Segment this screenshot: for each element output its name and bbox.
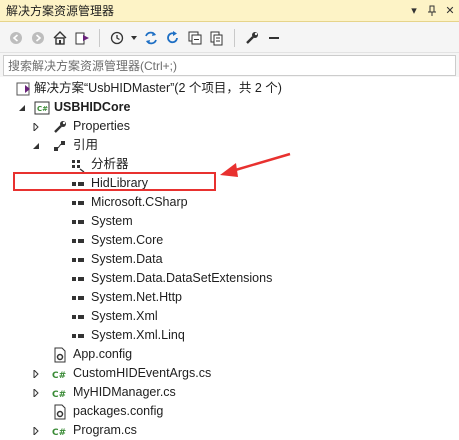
tree-item-reference[interactable]: System.Core: [0, 231, 459, 250]
tree-item-reference[interactable]: System: [0, 212, 459, 231]
refresh-icon[interactable]: [163, 28, 183, 48]
solution-explorer-toolbar: [0, 23, 459, 53]
toolbar-separator: [234, 28, 235, 47]
home-icon[interactable]: [50, 28, 70, 48]
properties-wrench-icon[interactable]: [242, 28, 262, 48]
reference-label: System.Xml.Linq: [91, 328, 185, 342]
tree-item-reference[interactable]: System.Data.DataSetExtensions: [0, 269, 459, 288]
dropdown-icon[interactable]: [129, 28, 139, 48]
config-file-icon: [52, 347, 68, 363]
file-label: CustomHIDEventArgs.cs: [73, 366, 212, 380]
panel-title: 解决方案资源管理器: [6, 4, 115, 18]
tree-item-reference[interactable]: HidLibrary: [0, 174, 459, 193]
reference-label: System.Core: [91, 233, 164, 247]
tree-item-file[interactable]: C# CustomHIDEventArgs.cs: [0, 364, 459, 383]
expand-icon[interactable]: [30, 121, 42, 133]
assembly-reference-icon: [70, 252, 86, 268]
tree-item-reference[interactable]: System.Xml.Linq: [0, 326, 459, 345]
file-label: Program.cs: [73, 423, 137, 437]
csharp-project-icon: C#: [34, 100, 50, 116]
reference-label: Microsoft.CSharp: [91, 195, 188, 209]
preview-icon[interactable]: [264, 28, 284, 48]
svg-text:C#: C#: [37, 105, 48, 113]
collapse-all-icon[interactable]: [185, 28, 205, 48]
dropdown-icon[interactable]: ▾: [405, 2, 423, 20]
tree-item-reference[interactable]: System.Xml: [0, 307, 459, 326]
forward-icon[interactable]: [28, 28, 48, 48]
analyzers-label: 分析器: [91, 157, 129, 171]
references-icon: [52, 138, 68, 154]
solution-tree: 解决方案“UsbHIDMaster”(2 个项目，共 2 个) C# USBHI…: [0, 77, 459, 440]
sync-icon[interactable]: [141, 28, 161, 48]
tree-item-reference[interactable]: Microsoft.CSharp: [0, 193, 459, 212]
assembly-reference-icon: [70, 195, 86, 211]
tree-item-file[interactable]: C# MyHIDManager.cs: [0, 383, 459, 402]
assembly-reference-icon: [70, 271, 86, 287]
file-label: MyHIDManager.cs: [73, 385, 176, 399]
tree-item-analyzers[interactable]: 分析器: [0, 155, 459, 174]
wrench-icon: [52, 119, 68, 135]
history-icon[interactable]: [107, 28, 127, 48]
search-box: [3, 55, 456, 76]
assembly-reference-icon: [70, 176, 86, 192]
expand-icon[interactable]: [30, 387, 42, 399]
reference-label: System: [91, 214, 133, 228]
search-input[interactable]: [8, 58, 455, 73]
assembly-reference-icon: [70, 233, 86, 249]
reference-label: System.Data: [91, 252, 163, 266]
assembly-reference-icon: [70, 309, 86, 325]
solution-label: 解决方案“UsbHIDMaster”(2 个项目，共 2 个): [34, 81, 282, 95]
config-file-icon: [52, 404, 68, 420]
references-label: 引用: [73, 138, 99, 152]
panel-titlebar: 解决方案资源管理器 ▾ ✕: [0, 0, 459, 22]
tree-item-reference[interactable]: System.Data: [0, 250, 459, 269]
tree-item-file[interactable]: App.config: [0, 345, 459, 364]
tree-item-references[interactable]: 引用: [0, 136, 459, 155]
svg-text:C#: C#: [52, 371, 66, 381]
reference-label: System.Xml: [91, 309, 158, 323]
csharp-file-icon: C#: [52, 423, 68, 439]
toolbar-separator: [99, 28, 100, 47]
tree-item-file[interactable]: packages.config: [0, 402, 459, 421]
svg-text:C#: C#: [52, 390, 66, 400]
tree-item-reference[interactable]: System.Net.Http: [0, 288, 459, 307]
solution-icon: [16, 81, 32, 97]
project-label: USBHIDCore: [54, 100, 131, 114]
file-label: packages.config: [73, 404, 164, 418]
csharp-file-icon: C#: [52, 385, 68, 401]
switch-views-icon[interactable]: [72, 28, 92, 48]
tree-item-properties[interactable]: Properties: [0, 117, 459, 136]
reference-label: System.Data.DataSetExtensions: [91, 271, 273, 285]
reference-label: HidLibrary: [91, 176, 148, 190]
tree-item-file[interactable]: C# Program.cs: [0, 421, 459, 440]
expand-icon[interactable]: [30, 425, 42, 437]
assembly-reference-icon: [70, 290, 86, 306]
close-button[interactable]: ✕: [441, 2, 459, 20]
collapse-icon[interactable]: [30, 140, 42, 152]
assembly-reference-icon: [70, 214, 86, 230]
tree-item-project[interactable]: C# USBHIDCore: [0, 98, 459, 117]
reference-label: System.Net.Http: [91, 290, 182, 304]
properties-label: Properties: [73, 119, 130, 133]
svg-text:C#: C#: [52, 428, 66, 438]
assembly-reference-icon: [70, 328, 86, 344]
show-all-files-icon[interactable]: [207, 28, 227, 48]
tree-item-solution[interactable]: 解决方案“UsbHIDMaster”(2 个项目，共 2 个): [0, 79, 459, 98]
pin-icon[interactable]: [423, 2, 441, 20]
back-icon[interactable]: [6, 28, 26, 48]
csharp-file-icon: C#: [52, 366, 68, 382]
collapse-icon[interactable]: [16, 102, 28, 114]
analyzers-icon: [70, 157, 86, 173]
expand-icon[interactable]: [30, 368, 42, 380]
file-label: App.config: [73, 347, 133, 361]
